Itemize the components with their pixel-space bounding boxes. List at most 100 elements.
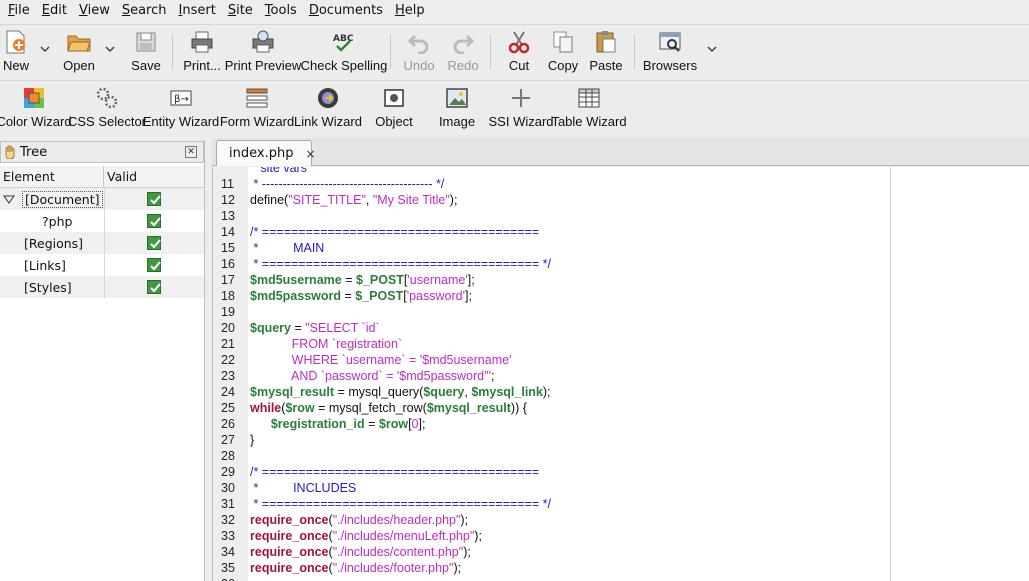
column-valid[interactable]: Valid xyxy=(104,166,137,187)
code-line[interactable]: 13 xyxy=(213,208,1029,224)
copy-button[interactable]: Copy xyxy=(548,29,578,75)
code-line[interactable]: 36 xyxy=(213,576,1029,581)
entity-icon: β→ xyxy=(168,85,194,111)
code-line[interactable]: 14 /* ===================================… xyxy=(213,224,1029,240)
new-button[interactable]: New xyxy=(2,29,30,75)
code-line[interactable]: 35 require_once("./includes/footer.php"); xyxy=(213,560,1029,576)
menu-view[interactable]: View xyxy=(73,0,116,22)
menu-site[interactable]: Site xyxy=(222,0,259,22)
code-token: "./includes/header.php" xyxy=(332,513,461,527)
browsers-button[interactable]: Browsers xyxy=(643,29,697,75)
object-icon xyxy=(381,85,407,111)
code-line[interactable]: 12 define("SITE_TITLE", "My Site Title"); xyxy=(213,192,1029,208)
new-dropdown-icon[interactable] xyxy=(39,43,51,55)
code-line[interactable]: 31 * ===================================… xyxy=(213,496,1029,512)
ssi-wizard-button[interactable]: SSI Wizard xyxy=(489,85,554,131)
line-text: $registration_id = $row[0]; xyxy=(247,416,426,432)
undo-button[interactable]: Undo xyxy=(403,29,435,75)
code-line[interactable]: 29 /* ===================================… xyxy=(213,464,1029,480)
code-line[interactable]: 17 $md5username = $_POST['username']; xyxy=(213,272,1029,288)
line-number: 34 xyxy=(221,545,235,559)
code-line[interactable]: 16 * ===================================… xyxy=(213,256,1029,272)
tree-row-document[interactable]: [Document] xyxy=(0,188,204,210)
print-preview-icon xyxy=(250,29,276,55)
line-number: 29 xyxy=(221,465,235,479)
code-line[interactable]: 28 xyxy=(213,448,1029,464)
code-line[interactable]: 32 require_once("./includes/header.php"); xyxy=(213,512,1029,528)
code-line[interactable]: 18 $md5password = $_POST['password']; xyxy=(213,288,1029,304)
entity-wizard-button[interactable]: β→ Entity Wizard xyxy=(143,85,219,131)
cut-button[interactable]: Cut xyxy=(506,29,532,75)
code-token: $row xyxy=(285,401,315,415)
code-token: $mysql_result xyxy=(426,401,511,415)
check-spelling-button[interactable]: ABC Check Spelling xyxy=(301,29,388,75)
tree-row-links[interactable]: [Links] xyxy=(0,254,204,276)
close-icon[interactable]: ✕ xyxy=(185,146,197,158)
code-line[interactable]: 21 FROM `registration` xyxy=(213,336,1029,352)
css-selector-button[interactable]: CSS Selector xyxy=(68,85,146,131)
save-button[interactable]: Save xyxy=(130,29,162,75)
redo-button[interactable]: Redo xyxy=(447,29,479,75)
menu-file[interactable]: File xyxy=(2,0,36,22)
tree-row-php[interactable]: ?php xyxy=(0,210,204,232)
print-button[interactable]: Print... xyxy=(183,29,221,75)
link-wizard-button[interactable]: Link Wizard xyxy=(294,85,362,131)
code-line[interactable]: 33 require_once("./includes/menuLeft.php"… xyxy=(213,528,1029,544)
toolbar-separator xyxy=(634,35,635,69)
column-element[interactable]: Element xyxy=(0,166,104,187)
code-token: ]; xyxy=(464,289,472,303)
code-line[interactable]: 20 $query = "SELECT `id` xyxy=(213,320,1029,336)
color-wizard-button[interactable]: Color Wizard xyxy=(0,85,72,131)
code-token: $mysql_result xyxy=(250,385,335,399)
menu-tools[interactable]: Tools xyxy=(259,0,303,22)
code-line[interactable]: 15 * MAIN xyxy=(213,240,1029,256)
code-line[interactable]: 27} xyxy=(213,432,1029,448)
code-line[interactable]: 19 xyxy=(213,304,1029,320)
paste-button[interactable]: Paste xyxy=(589,29,623,75)
code-token: require_once xyxy=(250,513,329,527)
save-disk-icon xyxy=(133,29,159,55)
code-line[interactable]: 11 * -----------------------------------… xyxy=(213,176,1029,192)
code-editor[interactable]: site vars 11 * --------------------------… xyxy=(212,167,1029,581)
form-wizard-button[interactable]: Form Wizard xyxy=(220,85,294,131)
tree-panel: Tree ✕ Element Valid [Document] ?php [Re… xyxy=(0,141,205,581)
tab-index-php[interactable]: index.php × xyxy=(216,140,316,166)
menu-documents[interactable]: Documents xyxy=(303,0,389,22)
table-wizard-button[interactable]: Table Wizard xyxy=(551,85,627,131)
line-text: WHERE `username` = '$md5username' xyxy=(247,352,512,368)
menu-edit[interactable]: Edit xyxy=(36,0,73,22)
expand-triangle-icon[interactable] xyxy=(3,193,15,205)
code-line[interactable]: 25 while($row = mysql_fetch_row($mysql_re… xyxy=(213,400,1029,416)
line-number: 13 xyxy=(221,209,235,223)
column-divider xyxy=(104,232,105,254)
tab-close-icon[interactable]: × xyxy=(305,147,315,161)
color-palette-icon xyxy=(21,85,47,111)
image-button[interactable]: Image xyxy=(439,85,475,131)
print-preview-button[interactable]: Print Preview xyxy=(225,29,301,75)
code-token: , xyxy=(365,193,373,207)
code-token: 'password' xyxy=(406,289,465,303)
tree-row-regions[interactable]: [Regions] xyxy=(0,232,204,254)
menu-insert[interactable]: Insert xyxy=(173,0,222,22)
wizard-toolbar: Color Wizard CSS Selector β→ Entity Wiza… xyxy=(0,80,1029,133)
browsers-dropdown-icon[interactable] xyxy=(706,43,718,55)
tree-row-styles[interactable]: [Styles] xyxy=(0,276,204,298)
open-button[interactable]: Open xyxy=(62,29,96,75)
tree-panel-title: Tree xyxy=(20,144,48,160)
line-text xyxy=(247,208,250,224)
code-token: require_once xyxy=(250,545,329,559)
valid-check-icon xyxy=(147,236,161,250)
code-line[interactable]: 23 AND `password` = '$md5password'"; xyxy=(213,368,1029,384)
code-line[interactable]: 30 * INCLUDES xyxy=(213,480,1029,496)
code-token: $md5username xyxy=(250,273,342,287)
line-text: FROM `registration` xyxy=(247,336,402,352)
menu-help[interactable]: Help xyxy=(389,0,431,22)
line-number: 35 xyxy=(221,561,235,575)
menu-search[interactable]: Search xyxy=(116,0,173,22)
object-button[interactable]: Object xyxy=(375,85,413,131)
code-line[interactable]: 24 $mysql_result = mysql_query($query, $m… xyxy=(213,384,1029,400)
open-dropdown-icon[interactable] xyxy=(104,43,116,55)
code-line[interactable]: 22 WHERE `username` = '$md5username' xyxy=(213,352,1029,368)
code-line[interactable]: 34 require_once("./includes/content.php")… xyxy=(213,544,1029,560)
code-line[interactable]: 26 $registration_id = $row[0]; xyxy=(213,416,1029,432)
